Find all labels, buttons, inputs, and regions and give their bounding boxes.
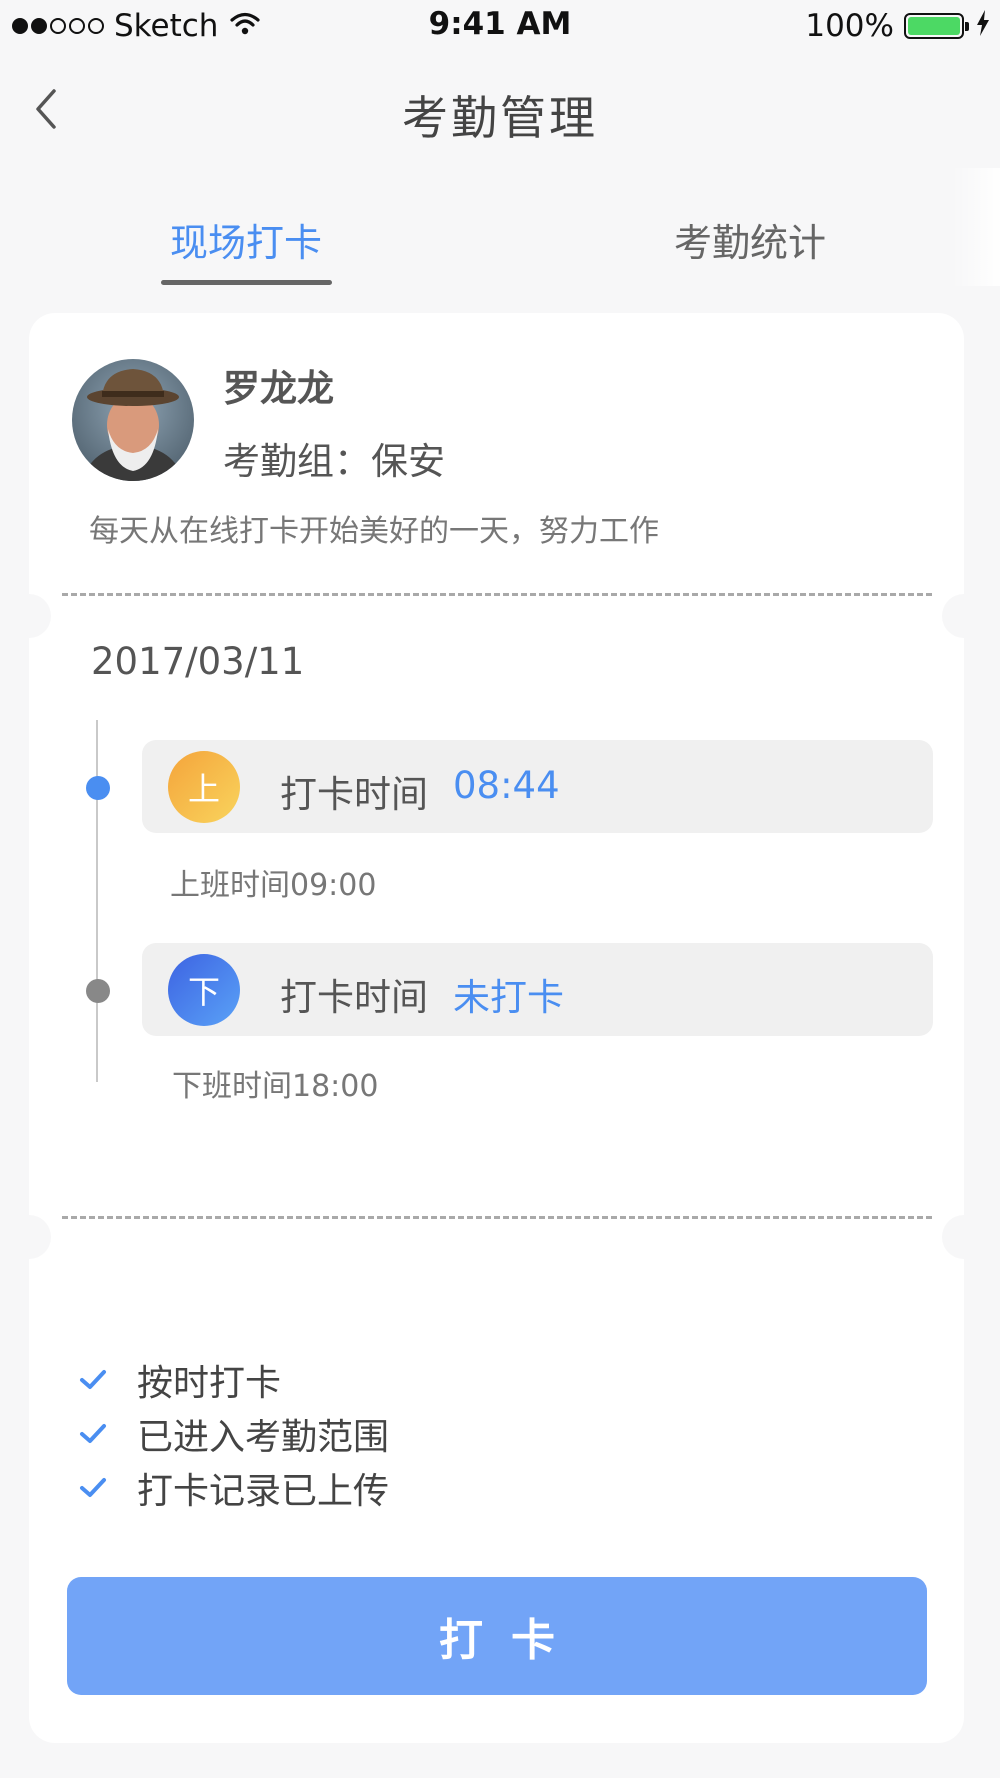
motto-text: 每天从在线打卡开始美好的一天，努力工作 [89,514,659,549]
list-item: 打卡记录已上传 [79,1461,389,1515]
check-icon [79,1369,121,1391]
check-icon [79,1477,121,1499]
status-bar: Sketch 9:41 AM 100% [0,0,1000,50]
avatar [72,359,194,481]
punch-time-label: 打卡时间 [280,773,428,816]
clock-out-badge: 下 [168,954,240,1026]
timeline-dot-pending [86,979,110,1003]
battery-icon [904,13,969,39]
attendance-group: 考勤组：保安 [223,440,445,483]
check-icon [79,1423,121,1445]
card-notch [942,1215,986,1259]
status-right: 100% [805,8,990,44]
card-notch [7,1215,51,1259]
punch-button[interactable]: 打卡 [67,1577,927,1695]
punch-card: 罗龙龙 考勤组：保安 每天从在线打卡开始美好的一天，努力工作 2017/03/1… [7,313,986,1743]
tab-edge-fade [952,168,1000,286]
check-text: 已进入考勤范围 [137,1417,390,1458]
card-notch [942,594,986,638]
punch-in-row: 上 打卡时间 08:44 [142,740,933,833]
punch-time-value: 08:44 [453,764,560,807]
employee-name: 罗龙龙 [223,367,334,410]
nav-bar: 考勤管理 [0,60,1000,160]
card-notch [7,594,51,638]
clock-in-badge: 上 [168,751,240,823]
list-item: 按时打卡 [79,1353,389,1407]
attendance-screen: Sketch 9:41 AM 100% 考勤管理 现场打卡 考勤统计 罗龙龙 考… [0,0,1000,1778]
check-text: 打卡记录已上传 [137,1471,390,1512]
lightning-icon [976,8,990,44]
punch-time-label: 打卡时间 [280,976,428,1019]
dashed-divider [62,1216,932,1219]
punch-out-row: 下 打卡时间 未打卡 [142,943,933,1036]
work-start-time: 上班时间09:00 [170,868,377,903]
battery-percent: 100% [805,8,894,44]
timeline-line [96,720,98,1082]
tab-bar: 现场打卡 考勤统计 [0,200,1000,290]
list-item: 已进入考勤范围 [79,1407,389,1461]
work-end-time: 下班时间18:00 [172,1069,379,1104]
timeline-dot-checked [86,776,110,800]
punch-date: 2017/03/11 [91,640,305,683]
check-list: 按时打卡 已进入考勤范围 打卡记录已上传 [79,1353,389,1515]
page-title: 考勤管理 [402,91,598,145]
dashed-divider [62,593,932,596]
tab-live-punch[interactable]: 现场打卡 [170,212,322,267]
check-text: 按时打卡 [137,1363,282,1404]
tab-attendance-stats[interactable]: 考勤统计 [674,212,826,267]
active-tab-indicator [161,280,332,285]
punch-time-value: 未打卡 [453,976,564,1019]
